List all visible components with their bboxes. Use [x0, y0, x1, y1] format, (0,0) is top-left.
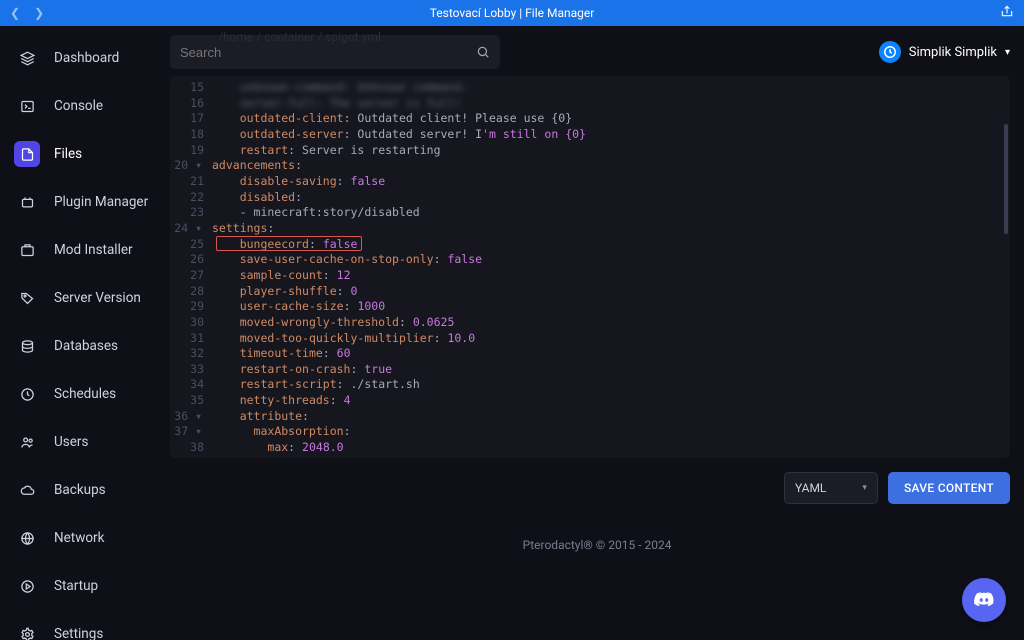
- network-icon: [14, 525, 40, 551]
- window-title: Testovací Lobby | File Manager: [430, 6, 595, 20]
- users-icon: [14, 429, 40, 455]
- chevron-down-icon: ▾: [1005, 47, 1010, 58]
- sidebar-item-label: Server Version: [54, 290, 156, 307]
- file-icon: [14, 141, 40, 167]
- nav-back[interactable]: ❮: [10, 6, 20, 20]
- sidebar-item-label: Startup: [54, 578, 156, 595]
- search-box[interactable]: [170, 35, 500, 69]
- layers-icon: [14, 45, 40, 71]
- search-input[interactable]: [180, 45, 476, 60]
- titlebar: ❮ ❯ Testovací Lobby | File Manager: [0, 0, 1024, 26]
- share-icon[interactable]: [1000, 4, 1014, 22]
- terminal-icon: [14, 93, 40, 119]
- search-icon: [476, 45, 490, 59]
- sidebar-item-settings[interactable]: Settings: [0, 610, 170, 640]
- user-menu[interactable]: Simplik Simplik ▾: [879, 41, 1010, 63]
- sidebar-item-dashboard[interactable]: Dashboard: [0, 34, 170, 82]
- sidebar-item-users[interactable]: Users: [0, 418, 170, 466]
- cloud-icon: [14, 477, 40, 503]
- save-button[interactable]: SAVE CONTENT: [888, 472, 1010, 504]
- sidebar-item-label: Schedules: [54, 386, 156, 403]
- mod-icon: [14, 237, 40, 263]
- code-editor[interactable]: 151617181920 ▾21222324 ▾2526272829303132…: [170, 76, 1010, 458]
- settings-icon: [14, 621, 40, 640]
- avatar: [879, 41, 901, 63]
- db-icon: [14, 333, 40, 359]
- sidebar-item-label: Users: [54, 434, 156, 451]
- sidebar-item-label: Databases: [54, 338, 156, 355]
- sidebar-item-schedules[interactable]: Schedules: [0, 370, 170, 418]
- sidebar-item-label: Dashboard: [54, 50, 156, 67]
- sidebar-item-mod-installer[interactable]: Mod Installer: [0, 226, 170, 274]
- sidebar-item-files[interactable]: Files: [0, 130, 170, 178]
- sidebar-item-databases[interactable]: Databases: [0, 322, 170, 370]
- copyright: Pterodactyl® © 2015 - 2024: [170, 538, 1024, 552]
- user-name: Simplik Simplik: [909, 45, 997, 60]
- sidebar-item-label: Network: [54, 530, 156, 547]
- sidebar-item-label: Plugin Manager: [54, 194, 156, 211]
- sidebar-item-network[interactable]: Network: [0, 514, 170, 562]
- language-select[interactable]: YAML ▾: [784, 472, 878, 504]
- sidebar-item-label: Mod Installer: [54, 242, 156, 259]
- sidebar-item-label: Backups: [54, 482, 156, 499]
- sidebar-item-label: Files: [54, 146, 156, 163]
- scrollbar[interactable]: [1004, 124, 1008, 234]
- sidebar-item-label: Settings: [54, 626, 156, 640]
- tag-icon: [14, 285, 40, 311]
- sidebar-item-server-version[interactable]: Server Version: [0, 274, 170, 322]
- sidebar-item-label: Console: [54, 98, 156, 115]
- nav-forward[interactable]: ❯: [34, 6, 44, 20]
- clock-icon: [14, 381, 40, 407]
- sidebar-item-console[interactable]: Console: [0, 82, 170, 130]
- startup-icon: [14, 573, 40, 599]
- sidebar: Dashboard Console Files Plugin Manager Mod I…: [0, 26, 170, 640]
- plugin-icon: [14, 189, 40, 215]
- discord-icon: [973, 589, 995, 611]
- sidebar-item-backups[interactable]: Backups: [0, 466, 170, 514]
- sidebar-item-plugin-manager[interactable]: Plugin Manager: [0, 178, 170, 226]
- sidebar-item-startup[interactable]: Startup: [0, 562, 170, 610]
- discord-button[interactable]: [962, 578, 1006, 622]
- language-label: YAML: [795, 481, 826, 495]
- chevron-down-icon: ▾: [862, 483, 867, 493]
